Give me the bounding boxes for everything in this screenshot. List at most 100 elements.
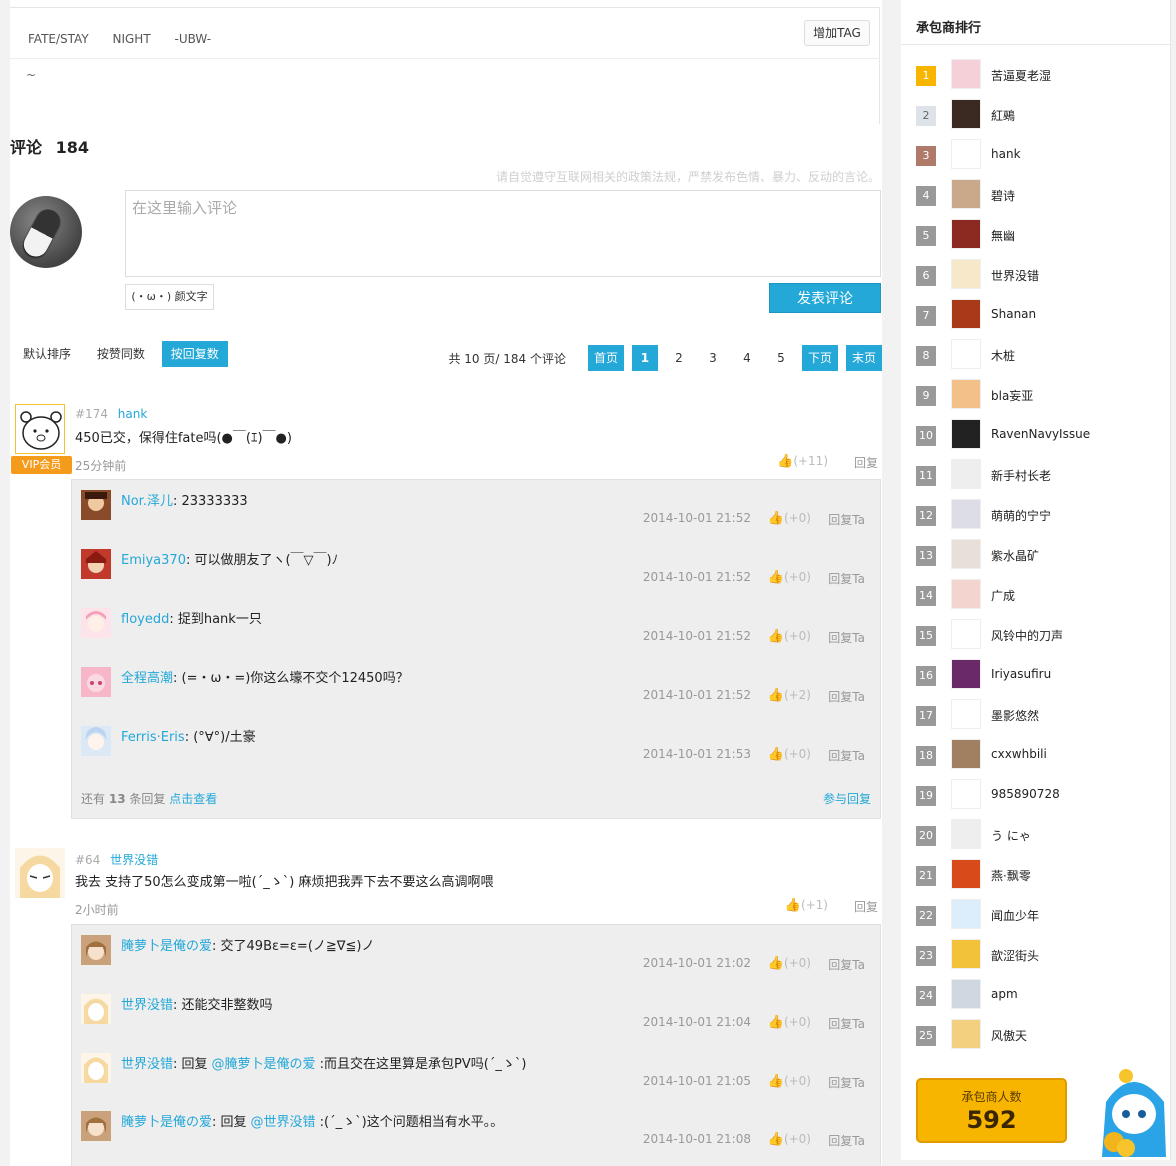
page-link[interactable]: 4 [734, 345, 760, 371]
reply-username[interactable]: Ferris·Eris [121, 730, 185, 745]
rank-username[interactable]: 风傲天 [991, 1027, 1027, 1044]
ranking-item[interactable]: 3 hank [916, 139, 1156, 173]
ranking-item[interactable]: 24 apm [916, 979, 1156, 1013]
rank-username[interactable]: RavenNavyIssue [991, 427, 1090, 441]
page-link[interactable]: 2 [666, 345, 692, 371]
like-button[interactable]: 👍(+0) [768, 1015, 811, 1030]
tag-item[interactable]: -UBW- [174, 32, 211, 46]
view-more-link[interactable]: 点击查看 [169, 792, 217, 806]
rank-username[interactable]: 萌萌的宁宁 [991, 507, 1051, 524]
ranking-item[interactable]: 15 风铃中的刀声 [916, 619, 1156, 653]
avatar[interactable] [951, 579, 981, 609]
avatar[interactable] [951, 1019, 981, 1049]
avatar[interactable] [951, 219, 981, 249]
ranking-item[interactable]: 9 bla妄亚 [916, 379, 1156, 413]
ranking-item[interactable]: 17 墨影悠然 [916, 699, 1156, 733]
next-page-button[interactable]: 下页 [801, 345, 838, 371]
reply-button[interactable]: 回复Ta [828, 747, 865, 764]
rank-username[interactable]: 广成 [991, 587, 1015, 604]
reply-button[interactable]: 回复Ta [828, 1132, 865, 1149]
reply-username[interactable]: 腌萝卜是俺の爱 [121, 1115, 212, 1130]
tag-item[interactable]: NIGHT [112, 32, 150, 46]
avatar[interactable] [951, 859, 981, 889]
rank-username[interactable]: 世界没错 [991, 267, 1039, 284]
like-button[interactable]: 👍(+0) [768, 511, 811, 526]
reply-username[interactable]: 世界没错 [121, 1057, 173, 1072]
avatar[interactable] [951, 739, 981, 769]
ranking-item[interactable]: 13 紫水晶矿 [916, 539, 1156, 573]
avatar[interactable] [951, 499, 981, 529]
like-button[interactable]: 👍(+1) [785, 898, 828, 913]
comment-username[interactable]: hank [118, 407, 148, 421]
avatar[interactable] [81, 1053, 111, 1083]
rank-username[interactable]: 风铃中的刀声 [991, 627, 1063, 644]
rank-username[interactable]: 紅鵐 [991, 107, 1015, 124]
rank-username[interactable]: 紫水晶矿 [991, 547, 1039, 564]
avatar[interactable] [81, 935, 111, 965]
rank-username[interactable]: 闻血少年 [991, 907, 1039, 924]
rank-username[interactable]: hank [991, 147, 1021, 161]
reply-username[interactable]: Nor.泽儿 [121, 494, 173, 509]
reply-username[interactable]: 世界没错 [121, 998, 173, 1013]
ranking-item[interactable]: 1 苦逼夏老湿 [916, 59, 1156, 93]
avatar[interactable] [81, 608, 111, 638]
reply-mention[interactable]: @世界没错 [251, 1115, 316, 1130]
like-button[interactable]: 👍(+0) [768, 1074, 811, 1089]
rank-username[interactable]: 碧诗 [991, 187, 1015, 204]
tag-item[interactable]: FATE/STAY [28, 32, 89, 46]
avatar[interactable] [951, 459, 981, 489]
comment-username[interactable]: 世界没错 [110, 853, 158, 867]
reply-username[interactable]: Emiya370 [121, 553, 186, 568]
ranking-item[interactable]: 11 新手村长老 [916, 459, 1156, 493]
ranking-item[interactable]: 22 闻血少年 [916, 899, 1156, 933]
reply-button[interactable]: 回复 [854, 898, 878, 915]
like-button[interactable]: 👍(+0) [768, 747, 811, 762]
avatar[interactable] [951, 179, 981, 209]
rank-username[interactable]: bla妄亚 [991, 387, 1033, 404]
like-button[interactable]: 👍(+0) [768, 629, 811, 644]
comment-input[interactable]: 在这里输入评论 [125, 190, 881, 277]
rank-username[interactable]: 木桩 [991, 347, 1015, 364]
ranking-item[interactable]: 8 木桩 [916, 339, 1156, 373]
sort-tab-replies[interactable]: 按回复数 [161, 341, 228, 367]
join-reply-link[interactable]: 参与回复 [823, 790, 871, 807]
first-page-button[interactable]: 首页 [587, 345, 624, 371]
avatar[interactable] [951, 819, 981, 849]
rank-username[interactable]: 墨影悠然 [991, 707, 1039, 724]
avatar[interactable] [951, 779, 981, 809]
rank-username[interactable]: 歆涩街头 [991, 947, 1039, 964]
avatar[interactable] [951, 699, 981, 729]
ranking-item[interactable]: 4 碧诗 [916, 179, 1156, 213]
avatar[interactable] [951, 139, 981, 169]
sort-tab-likes[interactable]: 按赞同数 [88, 341, 154, 367]
ranking-item[interactable]: 16 Iriyasufiru [916, 659, 1156, 693]
ranking-item[interactable]: 5 無幽 [916, 219, 1156, 253]
avatar[interactable] [951, 539, 981, 569]
avatar[interactable] [951, 339, 981, 369]
ranking-item[interactable]: 14 广成 [916, 579, 1156, 613]
like-button[interactable]: 👍(+0) [768, 570, 811, 585]
like-button[interactable]: 👍(+0) [768, 1132, 811, 1147]
ranking-item[interactable]: 19 985890728 [916, 779, 1156, 813]
ranking-item[interactable]: 2 紅鵐 [916, 99, 1156, 133]
ranking-item[interactable]: 20 う にゃ [916, 819, 1156, 853]
add-tag-button[interactable]: 增加TAG [804, 20, 870, 46]
avatar[interactable] [15, 848, 65, 898]
avatar[interactable] [81, 994, 111, 1024]
ranking-item[interactable]: 25 风傲天 [916, 1019, 1156, 1053]
ranking-item[interactable]: 18 cxxwhbili [916, 739, 1156, 773]
avatar[interactable] [951, 419, 981, 449]
rank-username[interactable]: 無幽 [991, 227, 1015, 244]
ranking-item[interactable]: 23 歆涩街头 [916, 939, 1156, 973]
reply-button[interactable]: 回复Ta [828, 570, 865, 587]
avatar[interactable] [951, 379, 981, 409]
reply-username[interactable]: 腌萝卜是俺の爱 [121, 939, 212, 954]
reply-username[interactable]: 全程高潮 [121, 671, 173, 686]
submit-comment-button[interactable]: 发表评论 [769, 283, 881, 313]
ranking-item[interactable]: 10 RavenNavyIssue [916, 419, 1156, 453]
rank-username[interactable]: 新手村长老 [991, 467, 1051, 484]
avatar[interactable] [951, 619, 981, 649]
avatar[interactable] [951, 259, 981, 289]
avatar[interactable] [951, 299, 981, 329]
avatar[interactable] [951, 59, 981, 89]
